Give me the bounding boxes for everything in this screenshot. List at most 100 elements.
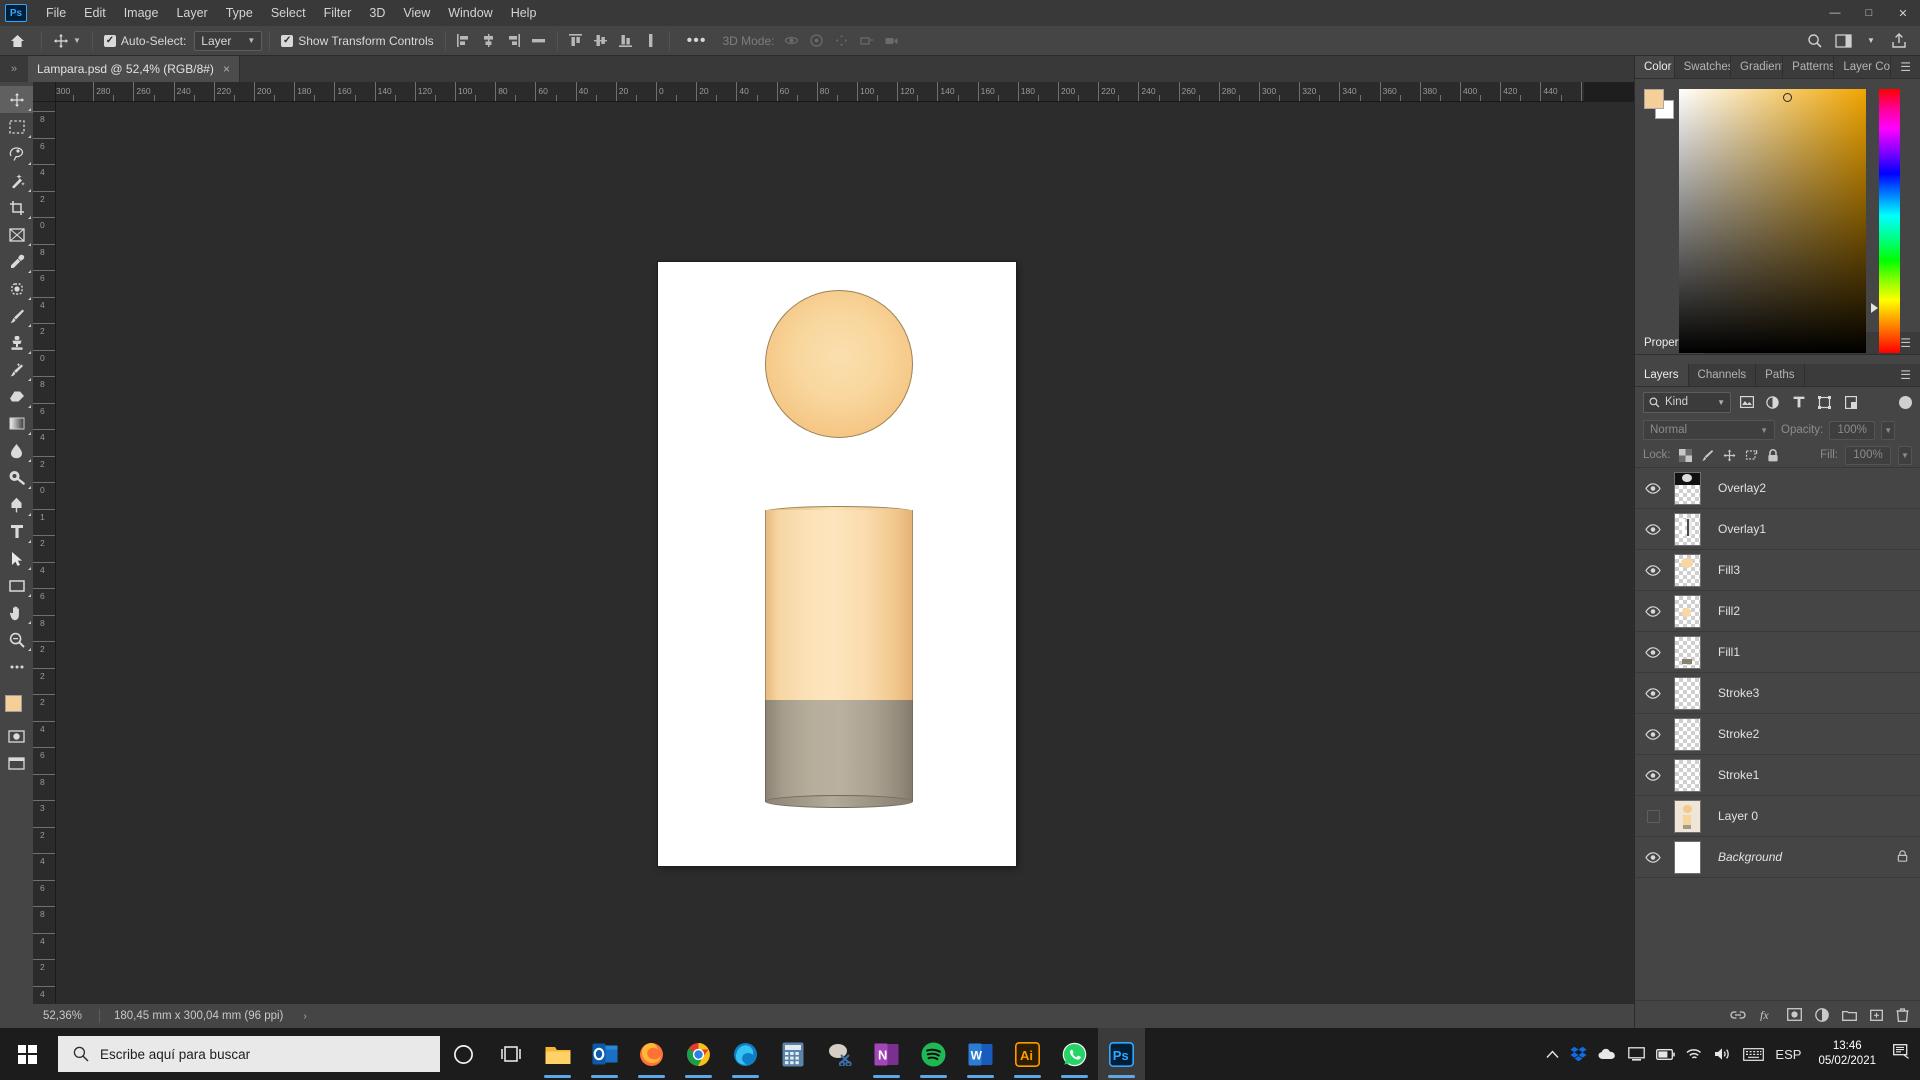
crop-tool[interactable] (0, 194, 33, 221)
menu-layer[interactable]: Layer (167, 2, 216, 24)
layer-row[interactable]: Stroke2 (1635, 714, 1920, 755)
layer-row[interactable]: Fill3 (1635, 550, 1920, 591)
shape-filter-icon[interactable] (1814, 392, 1835, 413)
tab-color[interactable]: Color (1635, 56, 1675, 78)
fill-slider-toggle[interactable]: ▼ (1898, 445, 1912, 465)
taskbar-app-photoshop[interactable]: Ps (1098, 1028, 1145, 1080)
language-indicator[interactable]: ESP (1775, 1047, 1801, 1062)
align-right-edges-icon[interactable] (503, 30, 525, 52)
layer-visibility-icon[interactable] (1641, 728, 1665, 740)
spot-healing-brush-tool[interactable] (0, 275, 33, 302)
layer-thumbnail[interactable] (1665, 471, 1709, 505)
layer-thumbnail[interactable] (1665, 553, 1709, 587)
tab-layers[interactable]: Layers (1635, 364, 1689, 386)
zoom-level[interactable]: 52,36% (33, 1010, 99, 1022)
layer-thumbnail[interactable] (1665, 635, 1709, 669)
type-filter-icon[interactable] (1788, 392, 1809, 413)
layer-style-icon[interactable]: fx (1759, 1008, 1774, 1021)
keyboard-icon[interactable] (1743, 1047, 1765, 1061)
document-tab[interactable]: Lampara.psd @ 52,4% (RGB/8#) × (28, 56, 240, 82)
layer-visibility-icon[interactable] (1641, 482, 1665, 494)
auto-select-checkbox[interactable]: ✓ Auto-Select: (100, 34, 190, 48)
layer-visibility-icon-off[interactable] (1641, 809, 1665, 823)
taskbar-app-word[interactable]: W (957, 1028, 1004, 1080)
pen-tool[interactable] (0, 491, 33, 518)
taskbar-app-snipping-tool[interactable] (816, 1028, 863, 1080)
minimize-button[interactable]: — (1818, 0, 1852, 26)
horizontal-type-tool[interactable] (0, 518, 33, 545)
layer-visibility-icon[interactable] (1641, 605, 1665, 617)
show-transform-controls-checkbox[interactable]: ✓ Show Transform Controls (277, 34, 437, 48)
workspace-icon[interactable] (1830, 29, 1856, 53)
layer-row[interactable]: Layer 0 (1635, 796, 1920, 837)
layer-filter-kind-dropdown[interactable]: Kind ▼ (1643, 391, 1731, 413)
hand-tool[interactable] (0, 599, 33, 626)
align-vertical-centers-icon[interactable] (590, 30, 612, 52)
foreground-background-color-swatches[interactable] (0, 693, 33, 723)
horizontal-ruler[interactable]: 300 280 260 240 220 200 180 160 140 120 100 80 60 40 2… (56, 82, 1584, 102)
lock-image-pixels-icon[interactable] (1700, 449, 1715, 462)
display-icon[interactable] (1628, 1047, 1646, 1061)
layer-name[interactable]: Fill1 (1709, 645, 1740, 659)
smart-object-filter-icon[interactable] (1840, 392, 1861, 413)
move-tool[interactable] (0, 86, 33, 113)
gradient-tool[interactable] (0, 410, 33, 437)
foreground-color-swatch[interactable] (5, 695, 22, 712)
layer-thumbnail[interactable] (1665, 512, 1709, 546)
taskbar-app-file-explorer[interactable] (534, 1028, 581, 1080)
taskbar-app-chrome[interactable] (675, 1028, 722, 1080)
distribute-horizontally-icon[interactable] (528, 30, 550, 52)
taskbar-app-illustrator[interactable]: Ai (1004, 1028, 1051, 1080)
rectangle-tool[interactable] (0, 572, 33, 599)
clone-stamp-tool[interactable] (0, 329, 33, 356)
windows-start-icon[interactable] (0, 1028, 54, 1080)
layer-thumbnail[interactable] (1665, 840, 1709, 874)
dodge-tool[interactable] (0, 464, 33, 491)
menu-help[interactable]: Help (502, 2, 546, 24)
onedrive-icon[interactable] (1598, 1048, 1617, 1060)
link-layers-icon[interactable] (1730, 1009, 1746, 1021)
layer-name[interactable]: Stroke2 (1709, 727, 1759, 741)
menu-image[interactable]: Image (115, 2, 168, 24)
menu-edit[interactable]: Edit (75, 2, 115, 24)
layer-visibility-icon[interactable] (1641, 687, 1665, 699)
blur-tool[interactable] (0, 437, 33, 464)
layer-row[interactable]: Fill1 (1635, 632, 1920, 673)
layer-thumbnail[interactable] (1665, 676, 1709, 710)
show-hidden-icons[interactable] (1546, 1049, 1559, 1059)
rectangular-marquee-tool[interactable] (0, 113, 33, 140)
distribute-vertically-icon[interactable] (640, 30, 662, 52)
vertical-ruler[interactable]: 86420864208642012468222468324684246 (33, 102, 56, 1003)
chevron-down-icon[interactable]: ▼ (1858, 29, 1884, 53)
layer-thumbnail[interactable] (1665, 758, 1709, 792)
chevron-down-icon[interactable]: ▼ (73, 36, 81, 45)
pixel-filter-icon[interactable] (1736, 392, 1757, 413)
align-horizontal-centers-icon[interactable] (478, 30, 500, 52)
quick-mask-icon[interactable] (0, 723, 33, 750)
layer-name[interactable]: Stroke1 (1709, 768, 1759, 782)
layer-visibility-icon[interactable] (1641, 646, 1665, 658)
battery-icon[interactable] (1656, 1048, 1676, 1060)
layer-visibility-icon[interactable] (1641, 564, 1665, 576)
layer-row[interactable]: Overlay1 (1635, 509, 1920, 550)
menu-select[interactable]: Select (262, 2, 315, 24)
collapse-panels-icon[interactable]: » (0, 56, 28, 82)
path-selection-tool[interactable] (0, 545, 33, 572)
tab-patterns[interactable]: Patterns (1783, 56, 1835, 78)
panel-menu-icon[interactable]: ☰ (1891, 364, 1920, 386)
home-icon[interactable] (0, 34, 34, 48)
action-center-icon[interactable] (1893, 1044, 1914, 1064)
search-icon[interactable] (1802, 29, 1828, 53)
fill-value[interactable]: 100% (1845, 445, 1891, 465)
layer-name[interactable]: Stroke3 (1709, 686, 1759, 700)
lock-transparent-pixels-icon[interactable] (1678, 448, 1693, 462)
tab-gradient[interactable]: Gradient (1731, 56, 1784, 78)
layer-thumbnail[interactable] (1665, 799, 1709, 833)
blend-mode-dropdown[interactable]: Normal ▼ (1643, 420, 1775, 440)
brush-tool[interactable] (0, 302, 33, 329)
layer-row[interactable]: Stroke1 (1635, 755, 1920, 796)
taskbar-app-microsoft-edge[interactable] (722, 1028, 769, 1080)
taskbar-app-whatsapp[interactable] (1051, 1028, 1098, 1080)
menu-view[interactable]: View (394, 2, 439, 24)
tab-layer-comps[interactable]: Layer Cor (1834, 56, 1892, 78)
